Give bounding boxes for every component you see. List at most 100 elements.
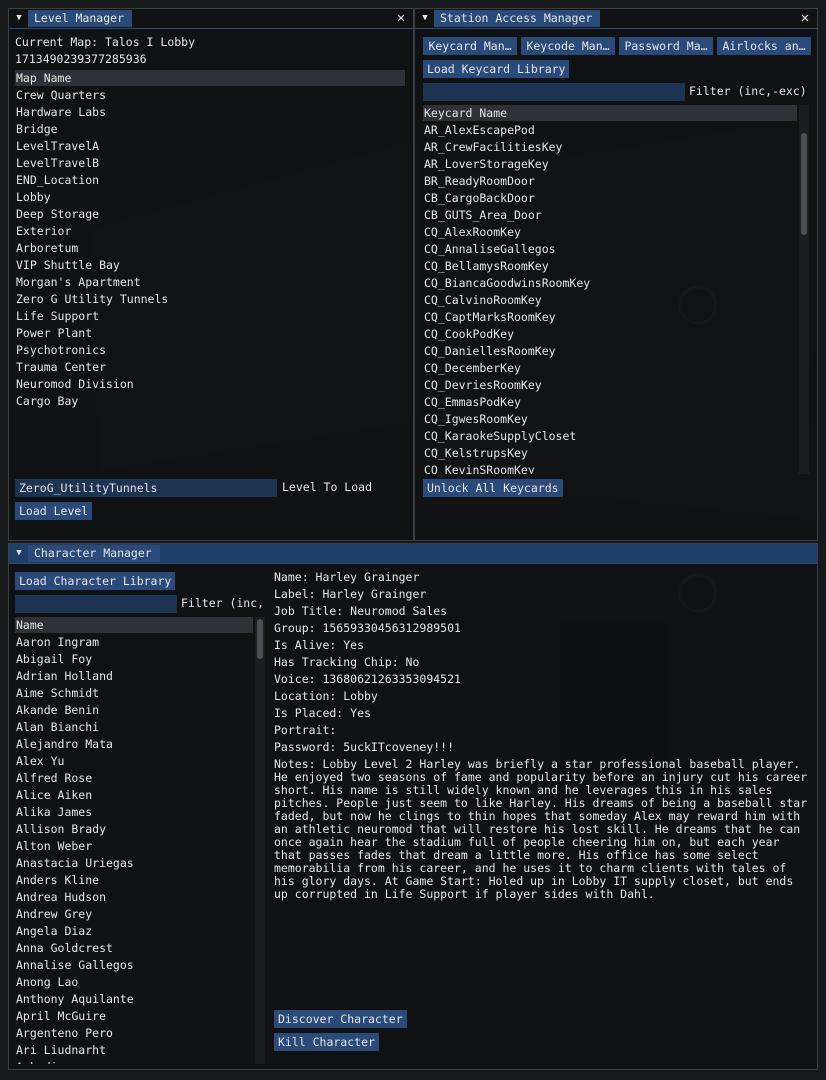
- kill-character-button[interactable]: Kill Character: [274, 1033, 379, 1051]
- keycard-list-item[interactable]: AR_LoverStorageKey: [423, 156, 797, 173]
- character-list-item[interactable]: April McGuire: [15, 1008, 253, 1025]
- map-list-item[interactable]: Deep Storage: [15, 206, 405, 223]
- map-name-header[interactable]: Map Name: [15, 70, 405, 86]
- tab-keycard-manager[interactable]: Keycard Man…: [423, 37, 517, 55]
- map-list-item[interactable]: VIP Shuttle Bay: [15, 257, 405, 274]
- character-filter-input[interactable]: [15, 595, 177, 613]
- unlock-all-keycards-button[interactable]: Unlock All Keycards: [423, 479, 563, 497]
- collapse-arrow-icon[interactable]: ▼: [419, 11, 431, 25]
- map-list-item[interactable]: Hardware Labs: [15, 104, 405, 121]
- character-list-item[interactable]: Akande Benin: [15, 702, 253, 719]
- character-list-item[interactable]: Aaron Ingram: [15, 634, 253, 651]
- keycard-list-item[interactable]: CQ_KevinSRoomKey: [423, 462, 797, 474]
- keycard-list-item[interactable]: CQ_BiancaGoodwinsRoomKey: [423, 275, 797, 292]
- character-list-item[interactable]: Alika James: [15, 804, 253, 821]
- keycard-name-header[interactable]: Keycard Name: [423, 105, 797, 121]
- keycard-list-item[interactable]: CQ_CaptMarksRoomKey: [423, 309, 797, 326]
- character-list-item[interactable]: Alice Aiken: [15, 787, 253, 804]
- keycard-list-item[interactable]: CQ_DaniellesRoomKey: [423, 343, 797, 360]
- character-list-item[interactable]: Anders Kline: [15, 872, 253, 889]
- keycard-list-item[interactable]: CQ_IgwesRoomKey: [423, 411, 797, 428]
- tab-keycode-manager[interactable]: Keycode Man…: [521, 37, 615, 55]
- level-manager-window: ▼ Level Manager ✕ Current Map: Talos I L…: [8, 8, 414, 541]
- map-list-item[interactable]: Power Plant: [15, 325, 405, 342]
- map-list-item[interactable]: Crew Quarters: [15, 87, 405, 104]
- discover-character-button[interactable]: Discover Character: [274, 1010, 407, 1028]
- character-list-item[interactable]: Anastacia Uriegas: [15, 855, 253, 872]
- map-list-item[interactable]: Life Support: [15, 308, 405, 325]
- keycard-list-item[interactable]: CB_GUTS_Area_Door: [423, 207, 797, 224]
- close-icon[interactable]: ✕: [798, 9, 812, 27]
- map-list-item[interactable]: Lobby: [15, 189, 405, 206]
- name-header[interactable]: Name: [15, 617, 253, 633]
- keycard-list-item[interactable]: CB_CargoBackDoor: [423, 190, 797, 207]
- character-list-item[interactable]: Allison Brady: [15, 821, 253, 838]
- keycard-list-item[interactable]: CQ_AlexRoomKey: [423, 224, 797, 241]
- character-list-item[interactable]: Adrian Holland: [15, 668, 253, 685]
- map-list-item[interactable]: Neuromod Division: [15, 376, 405, 393]
- map-list-item[interactable]: Zero G Utility Tunnels: [15, 291, 405, 308]
- character-list-item[interactable]: Alfred Rose: [15, 770, 253, 787]
- keycard-list-item[interactable]: CQ_DevriesRoomKey: [423, 377, 797, 394]
- detail-location: Location: Lobby: [274, 689, 378, 703]
- character-scrollbar-thumb[interactable]: [257, 619, 263, 659]
- character-list-item[interactable]: Anna Goldcrest: [15, 940, 253, 957]
- load-level-button[interactable]: Load Level: [15, 502, 93, 520]
- load-character-library-button[interactable]: Load Character Library: [15, 572, 176, 590]
- character-list-item[interactable]: Annalise Gallegos: [15, 957, 253, 974]
- collapse-arrow-icon[interactable]: ▼: [13, 546, 25, 560]
- character-filter-label: Filter (inc,: [181, 596, 265, 610]
- character-list-item[interactable]: Alton Weber: [15, 838, 253, 855]
- map-list-item[interactable]: LevelTravelA: [15, 138, 405, 155]
- tab-password-manager[interactable]: Password Ma…: [619, 37, 713, 55]
- map-list-item[interactable]: Bridge: [15, 121, 405, 138]
- character-list-item[interactable]: Ari Liudnarht: [15, 1042, 253, 1059]
- character-scrollbar[interactable]: [255, 617, 265, 1064]
- window-title: Character Manager: [28, 545, 160, 562]
- map-list-item[interactable]: Psychotronics: [15, 342, 405, 359]
- map-list-item[interactable]: Trauma Center: [15, 359, 405, 376]
- character-list-item[interactable]: Arkadi...: [15, 1059, 253, 1064]
- keycard-list-item[interactable]: BR_ReadyRoomDoor: [423, 173, 797, 190]
- character-list-item[interactable]: Angela Diaz: [15, 923, 253, 940]
- character-list-item[interactable]: Aime Schmidt: [15, 685, 253, 702]
- level-to-load-input[interactable]: ZeroG_UtilityTunnels: [15, 479, 277, 497]
- keycard-filter-input[interactable]: [423, 83, 685, 101]
- keycard-list-item[interactable]: CQ_AnnaliseGallegos: [423, 241, 797, 258]
- close-icon[interactable]: ✕: [394, 9, 408, 27]
- character-list-item[interactable]: Anthony Aquilante: [15, 991, 253, 1008]
- detail-group: Group: 15659330456312989501: [274, 621, 461, 635]
- keycard-scrollbar-thumb[interactable]: [801, 133, 807, 235]
- map-list-item[interactable]: Morgan's Apartment: [15, 274, 405, 291]
- keycard-list-item[interactable]: CQ_KelstrupsKey: [423, 445, 797, 462]
- keycard-list-item[interactable]: CQ_DecemberKey: [423, 360, 797, 377]
- detail-voice: Voice: 13680621263353094521: [274, 672, 461, 686]
- keycard-scrollbar[interactable]: [799, 105, 809, 474]
- character-list-item[interactable]: Alex Yu: [15, 753, 253, 770]
- keycard-list-item[interactable]: CQ_CalvinoRoomKey: [423, 292, 797, 309]
- character-list-item[interactable]: Anong Lao: [15, 974, 253, 991]
- map-list-item[interactable]: LevelTravelB: [15, 155, 405, 172]
- character-manager-titlebar[interactable]: ▼ Character Manager: [9, 544, 817, 564]
- character-list-item[interactable]: Alan Bianchi: [15, 719, 253, 736]
- map-list-item[interactable]: Exterior: [15, 223, 405, 240]
- character-list-item[interactable]: Argenteno Pero: [15, 1025, 253, 1042]
- station-access-titlebar[interactable]: ▼ Station Access Manager ✕: [415, 9, 817, 29]
- map-list-item[interactable]: END_Location: [15, 172, 405, 189]
- character-list-item[interactable]: Andrew Grey: [15, 906, 253, 923]
- tab-airlocks[interactable]: Airlocks an…: [717, 37, 811, 55]
- map-list-item[interactable]: Cargo Bay: [15, 393, 405, 410]
- character-list-item[interactable]: Andrea Hudson: [15, 889, 253, 906]
- keycard-list-item[interactable]: AR_AlexEscapePod: [423, 122, 797, 139]
- collapse-arrow-icon[interactable]: ▼: [13, 11, 25, 25]
- character-list-item[interactable]: Abigail Foy: [15, 651, 253, 668]
- character-list-item[interactable]: Alejandro Mata: [15, 736, 253, 753]
- load-keycard-library-button[interactable]: Load Keycard Library: [423, 60, 570, 78]
- level-manager-titlebar[interactable]: ▼ Level Manager ✕: [9, 9, 413, 29]
- keycard-list-item[interactable]: CQ_BellamysRoomKey: [423, 258, 797, 275]
- keycard-list-item[interactable]: CQ_EmmasPodKey: [423, 394, 797, 411]
- map-list-item[interactable]: Arboretum: [15, 240, 405, 257]
- keycard-list-item[interactable]: AR_CrewFacilitiesKey: [423, 139, 797, 156]
- keycard-list-item[interactable]: CQ_CookPodKey: [423, 326, 797, 343]
- keycard-list-item[interactable]: CQ_KaraokeSupplyCloset: [423, 428, 797, 445]
